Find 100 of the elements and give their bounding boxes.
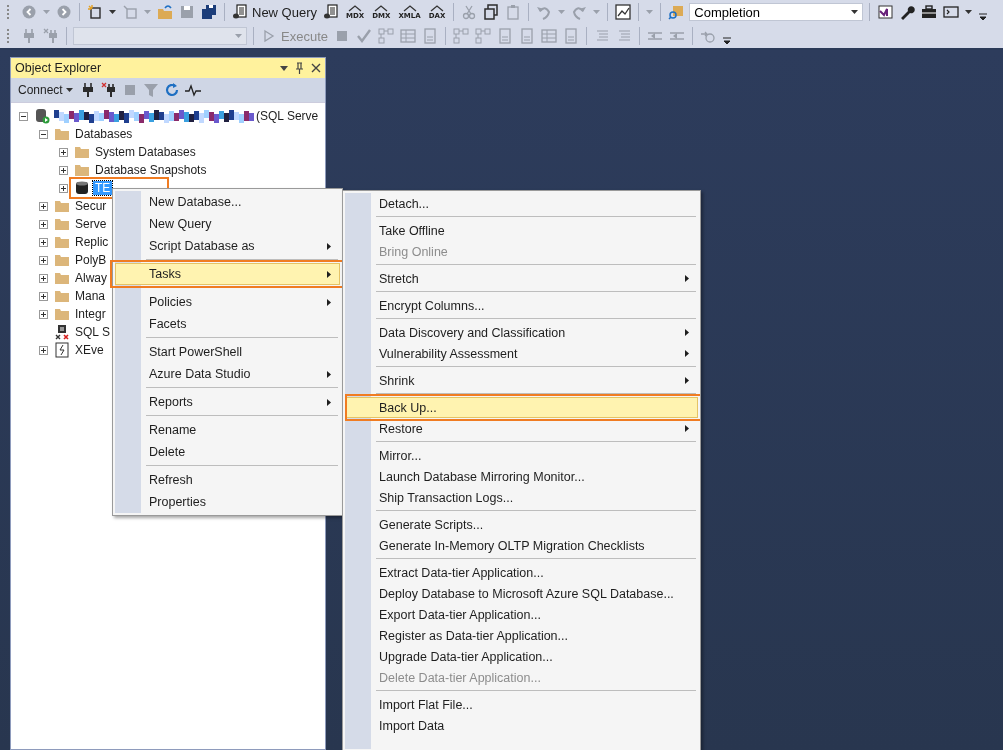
- terminal-icon[interactable]: [943, 4, 960, 20]
- expand-icon[interactable]: [59, 183, 68, 193]
- dropdown-field[interactable]: Completion: [689, 3, 864, 21]
- tree-item[interactable]: XEve: [73, 343, 106, 357]
- tree-item[interactable]: (SQL Serve: [254, 109, 321, 123]
- tree-item[interactable]: Alway: [73, 271, 109, 285]
- forward-icon[interactable]: [56, 4, 72, 20]
- menu-item[interactable]: Stretch: [345, 268, 698, 289]
- connect-button[interactable]: Connect: [16, 81, 75, 99]
- overflow-icon[interactable]: [723, 37, 731, 45]
- undo-icon[interactable]: [536, 4, 553, 20]
- paste-icon[interactable]: [505, 4, 522, 20]
- tree-item[interactable]: System Databases: [93, 145, 198, 159]
- expand-icon[interactable]: [59, 147, 68, 157]
- menu-item[interactable]: Import Data: [345, 715, 698, 736]
- caret-icon[interactable]: [965, 10, 973, 14]
- folder-icon[interactable]: [54, 288, 70, 304]
- menu-item[interactable]: Script Database as: [115, 235, 340, 257]
- query-icon[interactable]: [323, 4, 340, 20]
- menu-item[interactable]: Generate In-Memory OLTP Migration Checklists: [345, 535, 698, 556]
- close-icon[interactable]: [311, 63, 321, 73]
- pulse-icon[interactable]: [184, 82, 201, 98]
- tree-item[interactable]: Databases: [73, 127, 135, 141]
- tree-item[interactable]: Database Snapshots: [93, 163, 209, 177]
- caret-icon[interactable]: [65, 88, 73, 92]
- event-icon[interactable]: [54, 342, 70, 358]
- refresh-icon[interactable]: [163, 82, 180, 98]
- save-all-icon[interactable]: [201, 4, 217, 20]
- back-icon[interactable]: [21, 4, 37, 20]
- server-icon[interactable]: [34, 108, 50, 124]
- menu-item[interactable]: Properties: [115, 491, 340, 513]
- menu-item[interactable]: Rename: [115, 419, 340, 441]
- menu-item[interactable]: Restore: [345, 418, 698, 439]
- chart-icon[interactable]: [615, 4, 632, 20]
- disconnect-icon[interactable]: [100, 82, 117, 98]
- menu-item[interactable]: Upgrade Data-tier Application...: [345, 646, 698, 667]
- expand-icon[interactable]: [39, 345, 48, 355]
- tree-item[interactable]: Replic: [73, 235, 111, 249]
- menu-item[interactable]: Register as Data-tier Application...: [345, 625, 698, 646]
- menu-item[interactable]: Shrink: [345, 370, 698, 391]
- expand-icon[interactable]: [39, 309, 48, 319]
- lines-icon[interactable]: [594, 28, 610, 44]
- diagram-icon[interactable]: [378, 28, 394, 44]
- menu-item[interactable]: Extract Data-tier Application...: [345, 562, 698, 583]
- new-query-button[interactable]: New Query: [229, 1, 321, 23]
- folder-icon[interactable]: [54, 234, 70, 250]
- caret-icon[interactable]: [109, 10, 116, 14]
- document-icon[interactable]: [519, 28, 535, 44]
- toolbox-icon[interactable]: [921, 4, 938, 20]
- redo-icon[interactable]: [571, 4, 588, 20]
- menu-item[interactable]: Generate Scripts...: [345, 514, 698, 535]
- menu-item[interactable]: Launch Database Mirroring Monitor...: [345, 466, 698, 487]
- expand-icon[interactable]: [39, 201, 48, 211]
- cut-icon[interactable]: [461, 4, 478, 20]
- collapse-icon[interactable]: [19, 111, 28, 121]
- menu-item[interactable]: Deploy Database to Microsoft Azure SQL Database...: [345, 583, 698, 604]
- menu-item[interactable]: Start PowerShell: [115, 341, 340, 363]
- expand-icon[interactable]: [39, 273, 48, 283]
- tree-item[interactable]: Integr: [73, 307, 108, 321]
- expand-icon[interactable]: [39, 291, 48, 301]
- menu-item[interactable]: Import Flat File...: [345, 694, 698, 715]
- folder-icon[interactable]: [54, 252, 70, 268]
- tree-item[interactable]: Secur: [73, 199, 109, 213]
- tree-item[interactable]: Mana: [73, 289, 108, 303]
- open-folder-icon[interactable]: [157, 4, 173, 20]
- database-dropdown[interactable]: [73, 27, 247, 45]
- stop-icon[interactable]: [334, 28, 350, 44]
- grid-icon[interactable]: [400, 28, 416, 44]
- window-icon[interactable]: [877, 4, 894, 20]
- menu-item[interactable]: Refresh: [115, 469, 340, 491]
- check-icon[interactable]: [356, 28, 372, 44]
- expand-icon[interactable]: [39, 255, 48, 265]
- menu-item[interactable]: Facets: [115, 313, 340, 335]
- menu-item[interactable]: Take Offline: [345, 220, 698, 241]
- folder-icon[interactable]: [54, 216, 70, 232]
- copy-icon[interactable]: [483, 4, 500, 20]
- overflow-icon[interactable]: [979, 13, 988, 21]
- menu-item[interactable]: Export Data-tier Application...: [345, 604, 698, 625]
- add-item-icon[interactable]: [122, 4, 138, 20]
- menu-item[interactable]: Policies: [115, 291, 340, 313]
- menu-item[interactable]: Back Up...: [345, 397, 698, 418]
- expand-icon[interactable]: [39, 237, 48, 247]
- menu-item[interactable]: Encrypt Columns...: [345, 295, 698, 316]
- menu-item[interactable]: Delete: [115, 441, 340, 463]
- query-icon[interactable]: [232, 4, 248, 20]
- filter-icon[interactable]: [142, 82, 159, 98]
- wrench-icon[interactable]: [899, 4, 916, 20]
- tree-item[interactable]: Serve: [73, 217, 109, 231]
- new-project-icon[interactable]: [87, 4, 103, 20]
- menu-item[interactable]: Mirror...: [345, 445, 698, 466]
- menu-item[interactable]: Vulnerability Assessment: [345, 343, 698, 364]
- menu-item[interactable]: Reports: [115, 391, 340, 413]
- find-icon[interactable]: [668, 4, 685, 20]
- dropdown-arrow-icon[interactable]: [280, 65, 288, 71]
- folder-icon[interactable]: [54, 270, 70, 286]
- diagram-icon[interactable]: [475, 28, 491, 44]
- pin-icon[interactable]: [295, 62, 304, 74]
- tree-item[interactable]: PolyB: [73, 253, 109, 267]
- save-icon[interactable]: [179, 4, 195, 20]
- folder-icon[interactable]: [74, 144, 90, 160]
